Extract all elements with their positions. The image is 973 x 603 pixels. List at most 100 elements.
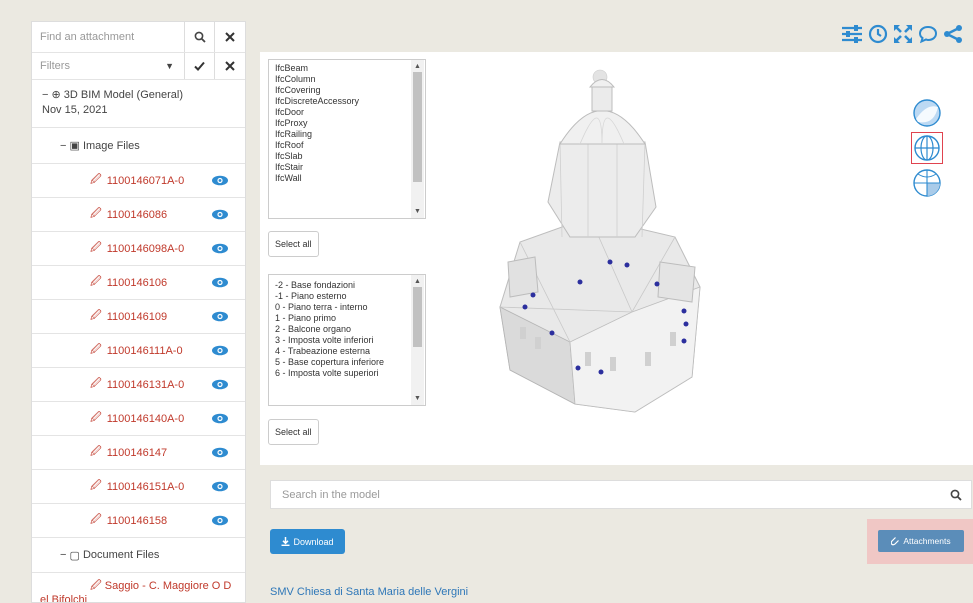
ifc-type-item[interactable]: IfcCovering [275,85,407,96]
file-name[interactable]: 1100146158 [107,515,167,527]
collapse-icon[interactable]: − [60,549,69,561]
model-search-button[interactable] [941,481,971,508]
history-icon[interactable] [868,24,888,44]
file-link[interactable]: 🖉 1100146111A-0 [32,341,183,360]
collapse-icon[interactable]: − [60,140,69,152]
attachment-search-input[interactable] [32,22,185,52]
fullscreen-icon[interactable] [893,24,913,44]
ifc-type-item[interactable]: IfcColumn [275,74,407,85]
chevron-up-icon[interactable]: ▲ [411,61,424,72]
bim-3d-viewer[interactable]: IfcBeam IfcColumn IfcCovering IfcDiscreteAc… [260,52,973,465]
ifc-type-item[interactable]: IfcSlab [275,151,407,162]
file-name[interactable]: 1100146140A-0 [107,413,184,425]
file-link[interactable]: 🖉 1100146071A-0 [32,171,184,190]
image-file-item[interactable]: 🖉 1100146071A-0 [32,164,245,198]
sliders-icon[interactable] [841,24,863,44]
file-link[interactable]: 🖉 1100146098A-0 [32,239,184,258]
level-item[interactable]: 1 - Piano primo [275,313,407,324]
ifc-type-item[interactable]: IfcRailing [275,129,407,140]
ifc-type-item[interactable]: IfcProxy [275,118,407,129]
file-link[interactable]: 🖉 1100146086 [32,205,167,224]
filters-select[interactable]: Filters ▼ [32,53,185,79]
eye-icon[interactable] [195,345,245,356]
scrollbar[interactable]: ▲ ▼ [411,275,424,405]
ifc-type-list[interactable]: IfcBeam IfcColumn IfcCovering IfcDiscreteAc… [268,59,426,219]
file-name[interactable]: 1100146131A-0 [107,379,184,391]
image-file-item[interactable]: 🖉 1100146158 [32,504,245,538]
ifc-type-item[interactable]: IfcDiscreteAccessory [275,96,407,107]
eye-icon[interactable] [195,413,245,424]
eye-icon[interactable] [195,379,245,390]
image-file-item[interactable]: 🖉 1100146147 [32,436,245,470]
eye-icon[interactable] [195,209,245,220]
eye-icon[interactable] [195,515,245,526]
file-name[interactable]: 1100146086 [107,209,167,221]
scrollbar[interactable]: ▲ ▼ [411,60,424,218]
level-item[interactable]: -1 - Piano esterno [275,291,407,302]
file-name[interactable]: 1100146098A-0 [107,243,184,255]
image-file-item[interactable]: 🖉 1100146111A-0 [32,334,245,368]
clear-filter-button[interactable] [215,53,245,79]
image-files-group[interactable]: − ▣ Image Files [32,128,245,164]
comment-icon[interactable] [918,24,938,44]
eye-icon[interactable] [195,277,245,288]
level-item[interactable]: 6 - Imposta volte superiori [275,368,407,379]
image-file-item[interactable]: 🖉 1100146151A-0 [32,470,245,504]
select-all-levels-button[interactable]: Select all [268,419,319,445]
level-item[interactable]: 5 - Base copertura inferiore [275,357,407,368]
model-tree-node[interactable]: − ⊕ 3D BIM Model (General) Nov 15, 2021 [32,80,245,128]
document-file-item[interactable]: 🖉 Saggio - C. Maggiore O D el Bifolchi [32,573,245,602]
eye-icon[interactable] [195,243,245,254]
image-file-item[interactable]: 🖉 1100146086 [32,198,245,232]
level-item[interactable]: 4 - Trabeazione esterna [275,346,407,357]
level-item[interactable]: 3 - Imposta volte inferiori [275,335,407,346]
file-name[interactable]: 1100146151A-0 [107,481,184,493]
scrollbar-thumb[interactable] [413,287,422,347]
file-name[interactable]: 1100146111A-0 [107,345,183,357]
file-name[interactable]: 1100146147 [107,447,167,459]
document-files-group[interactable]: − ▢ Document Files [32,538,245,573]
scrollbar-thumb[interactable] [413,72,422,182]
clear-search-button[interactable] [215,22,245,52]
ifc-type-item[interactable]: IfcStair [275,162,407,173]
image-file-item[interactable]: 🖉 1100146109 [32,300,245,334]
model-search-input[interactable] [271,481,941,508]
file-link[interactable]: 🖉 1100146151A-0 [32,477,184,496]
file-link[interactable]: 🖉 1100146140A-0 [32,409,184,428]
eye-icon[interactable] [195,447,245,458]
file-link[interactable]: 🖉 1100146106 [32,273,167,292]
file-name[interactable]: 1100146071A-0 [107,175,184,187]
chevron-down-icon[interactable]: ▼ [411,206,424,217]
image-file-item[interactable]: 🖉 1100146098A-0 [32,232,245,266]
apply-filter-button[interactable] [185,53,215,79]
church-3d-model[interactable] [460,52,880,452]
image-file-item[interactable]: 🖉 1100146131A-0 [32,368,245,402]
hatched-sphere-icon[interactable] [911,167,943,199]
attachments-button[interactable]: Attachments [878,530,964,552]
ifc-type-item[interactable]: IfcDoor [275,107,407,118]
level-item[interactable]: 0 - Piano terra - interno [275,302,407,313]
file-name[interactable]: 1100146106 [107,277,167,289]
level-item[interactable]: 2 - Balcone organo [275,324,407,335]
level-item[interactable]: -2 - Base fondazioni [275,280,407,291]
image-file-item[interactable]: 🖉 1100146140A-0 [32,402,245,436]
file-link[interactable]: 🖉 1100146131A-0 [32,375,184,394]
share-icon[interactable] [943,24,963,44]
ifc-type-item[interactable]: IfcWall [275,173,407,184]
download-button[interactable]: Download [270,529,345,554]
level-list[interactable]: -2 - Base fondazioni -1 - Piano esterno 0 … [268,274,426,406]
ifc-type-item[interactable]: IfcRoof [275,140,407,151]
file-link[interactable]: 🖉 1100146147 [32,443,167,462]
eye-icon[interactable] [195,311,245,322]
ifc-type-item[interactable]: IfcBeam [275,63,407,74]
image-file-item[interactable]: 🖉 1100146106 [32,266,245,300]
file-link[interactable]: 🖉 1100146158 [32,511,167,530]
file-link[interactable]: 🖉 1100146109 [32,307,167,326]
select-all-types-button[interactable]: Select all [268,231,319,257]
eye-icon[interactable] [195,175,245,186]
sphere-view-icon[interactable] [911,97,943,129]
globe-view-icon[interactable] [911,132,943,164]
file-name[interactable]: 1100146109 [107,311,167,323]
eye-icon[interactable] [195,481,245,492]
chevron-down-icon[interactable]: ▼ [411,393,424,404]
